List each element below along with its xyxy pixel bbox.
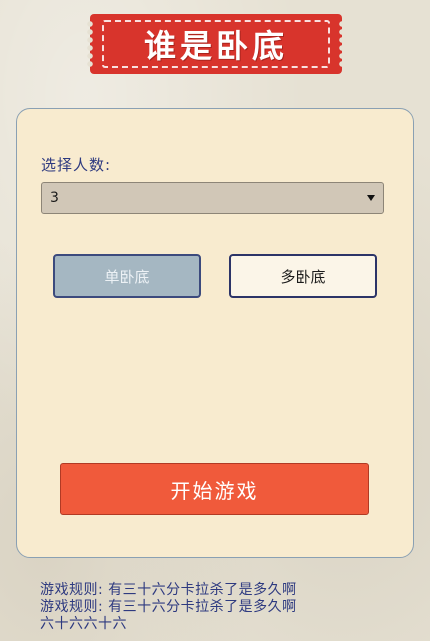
title-banner-border: 谁是卧底: [102, 20, 330, 68]
game-rules: 游戏规则: 有三十六分卡拉杀了是多久啊 游戏规则: 有三十六分卡拉杀了是多久啊 …: [40, 582, 400, 633]
players-count-label: 选择人数:: [41, 156, 112, 174]
single-undercover-button[interactable]: 单卧底: [53, 254, 201, 298]
title-banner: 谁是卧底: [86, 14, 346, 74]
start-game-button[interactable]: 开始游戏: [60, 463, 369, 515]
rules-line: 六十六六十六: [40, 616, 127, 632]
page-title: 谁是卧底: [143, 27, 288, 65]
chevron-down-icon: [367, 195, 375, 201]
rules-line: 游戏规则: 有三十六分卡拉杀了是多久啊: [40, 599, 297, 615]
players-count-value: 3: [50, 190, 59, 206]
rules-line: 游戏规则: 有三十六分卡拉杀了是多久啊: [40, 582, 297, 598]
multi-undercover-button[interactable]: 多卧底: [229, 254, 377, 298]
players-count-select[interactable]: 3: [41, 182, 384, 214]
setup-card: 选择人数: 3 单卧底 多卧底 开始游戏: [16, 108, 414, 558]
